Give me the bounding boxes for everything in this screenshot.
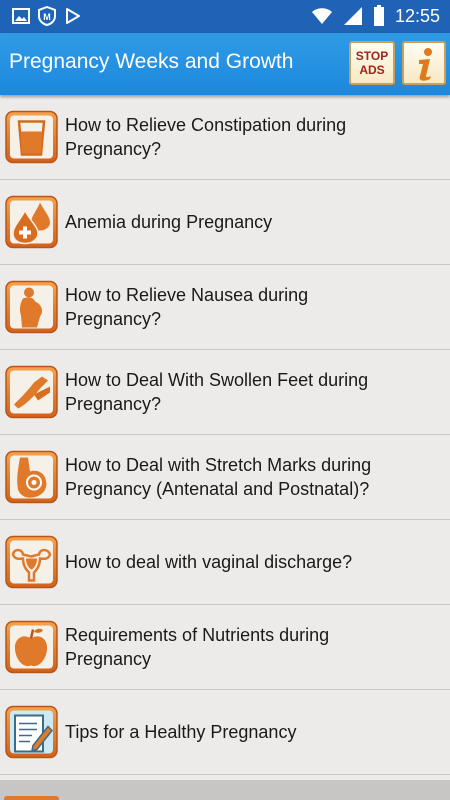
list-item[interactable]: How to Deal with Stretch Marks during Pr… (0, 435, 450, 520)
list-item-label: How to Deal with Stretch Marks during Pr… (65, 455, 372, 499)
mcafee-icon: M (38, 6, 56, 26)
battery-icon (373, 5, 384, 26)
stop-ads-button[interactable]: STOP ADS (349, 41, 395, 85)
play-store-icon (66, 8, 80, 24)
wifi-icon (311, 8, 332, 24)
list-item[interactable]: How to Relieve Constipation during Pregn… (0, 95, 450, 180)
info-button[interactable] (402, 41, 446, 85)
status-time: 12:55 (394, 6, 440, 26)
app-screen: M 12:55 Pregnancy Weeks and Growth STOP (0, 0, 450, 800)
list-footer-divider (0, 780, 450, 800)
app-bar: Pregnancy Weeks and Growth STOP ADS (0, 33, 450, 95)
status-bar: M 12:55 (0, 0, 450, 33)
stop-ads-line2: ADS (359, 63, 385, 77)
list-item[interactable]: Tips for a Healthy Pregnancy (0, 690, 450, 775)
list-item-label: Requirements of Nutrients during Pregnan… (65, 625, 330, 669)
list-item-label: Tips for a Healthy Pregnancy (65, 722, 297, 742)
list-item[interactable]: How to deal with vaginal discharge? (0, 520, 450, 605)
system-icons: 12:55 (311, 5, 440, 27)
notification-icons: M (12, 6, 82, 26)
apple-icon (5, 620, 58, 674)
list-item[interactable]: Anemia during Pregnancy (0, 180, 450, 265)
notepad-icon (5, 705, 58, 759)
uterus-icon (5, 535, 58, 589)
list-item-label: How to deal with vaginal discharge? (65, 552, 353, 572)
signal-icon (343, 7, 362, 25)
blood-drop-icon (5, 195, 58, 249)
svg-text:M: M (43, 12, 51, 22)
stop-ads-line1: STOP (355, 49, 389, 63)
list-item-label: How to Deal With Swollen Feet during Pre… (65, 370, 369, 414)
info-icon (419, 48, 432, 81)
legs-icon (5, 365, 58, 419)
belly-icon (5, 450, 58, 504)
pregnant-woman-icon (5, 280, 58, 334)
list-item-label: Anemia during Pregnancy (65, 212, 273, 232)
list-item[interactable]: Requirements of Nutrients during Pregnan… (0, 605, 450, 690)
list-item-label: How to Relieve Constipation during Pregn… (65, 115, 347, 159)
next-item-icon-peek (4, 796, 59, 800)
glass-icon (5, 110, 58, 164)
list-item[interactable]: How to Relieve Nausea during Pregnancy? (0, 265, 450, 350)
topic-list: How to Relieve Constipation during Pregn… (0, 95, 450, 800)
list-item-label: How to Relieve Nausea during Pregnancy? (65, 285, 309, 329)
list-item[interactable]: How to Deal With Swollen Feet during Pre… (0, 350, 450, 435)
app-title: Pregnancy Weeks and Growth (9, 50, 294, 73)
image-icon (12, 8, 30, 24)
